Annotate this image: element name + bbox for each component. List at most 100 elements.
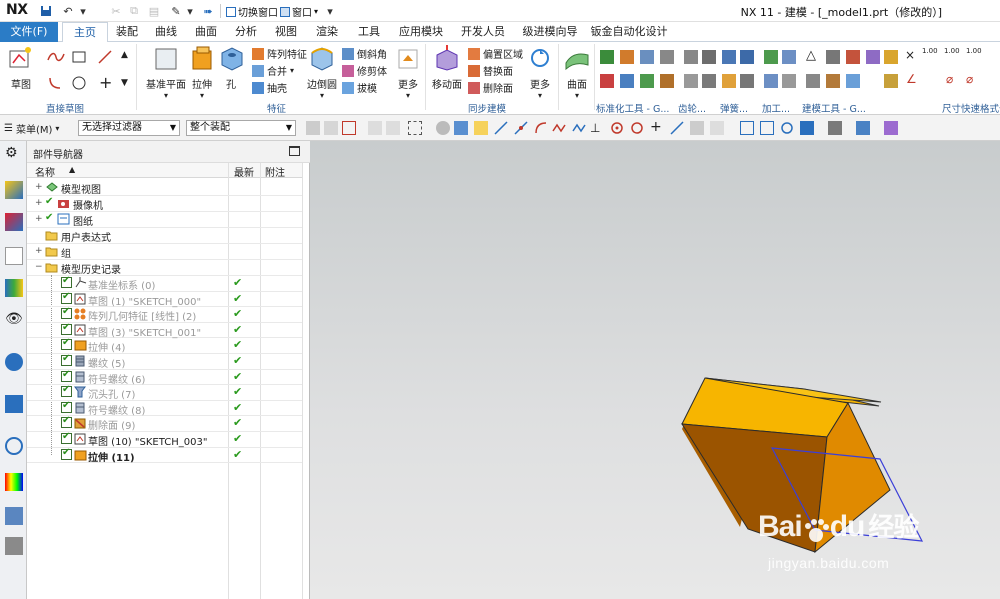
tree-node-extrude-4[interactable]: 拉伸 (4) ✔ [27, 337, 302, 354]
switch-window-button[interactable]: 切换窗口 [226, 4, 278, 19]
tab-render[interactable]: 渲染 [306, 22, 348, 42]
unite-button[interactable]: 合并 ▾ [252, 63, 294, 78]
select-solid-icon[interactable] [454, 121, 468, 135]
circle-icon[interactable] [72, 76, 86, 90]
assembly-navigator-icon[interactable] [5, 181, 23, 199]
system-materials-icon[interactable] [5, 473, 23, 491]
tab-progressive-die[interactable]: 级进模向导 [514, 22, 586, 42]
chamfer-button[interactable]: 倒斜角 [342, 46, 387, 61]
edge-blend-button[interactable]: 边倒圆 ▾ [306, 45, 338, 100]
datum-plane-button[interactable]: 基准平面 ▾ [146, 45, 186, 100]
expand-icon[interactable]: + [35, 246, 43, 256]
shell-button[interactable]: 抽壳 [252, 80, 287, 95]
close-x-icon[interactable]: × [905, 48, 915, 62]
snap-point-icon[interactable] [474, 121, 488, 135]
modeling-tool-icon-4[interactable] [826, 74, 840, 88]
maximize-icon[interactable] [289, 146, 300, 156]
tab-tools[interactable]: 工具 [348, 22, 390, 42]
view-manager-icon[interactable]: 👁 [5, 311, 23, 329]
snap-arc-center-icon[interactable] [572, 121, 586, 135]
sketch-curve-more-icon[interactable]: ▲ [121, 50, 128, 60]
spring-analysis-icon[interactable] [722, 74, 736, 88]
tree-node-sketch-1[interactable]: 草图 (1) "SKETCH_000" ✔ [27, 291, 302, 308]
bolt-icon[interactable] [620, 50, 634, 64]
tree-node-user-expressions[interactable]: 用户表达式 [27, 228, 302, 244]
constraint-navigator-icon[interactable] [5, 213, 23, 231]
menu-button[interactable]: ☰ 菜单(M) ▾ [4, 121, 59, 136]
snap-bounded-icon[interactable] [710, 121, 724, 135]
select-curve-icon[interactable] [368, 121, 382, 135]
visibility-checkbox[interactable] [61, 447, 72, 460]
tab-home[interactable]: 主页 [62, 22, 108, 43]
column-note[interactable]: 附注 [265, 164, 285, 179]
rivet-icon[interactable] [660, 74, 674, 88]
collapse-icon[interactable]: − [35, 262, 43, 272]
bevel-gear-icon[interactable] [702, 50, 716, 64]
worm-gear-icon[interactable] [684, 74, 698, 88]
dimension-tool-icon-1[interactable] [884, 50, 898, 64]
extrude-button[interactable]: 拉伸 ▾ [188, 45, 216, 100]
machining-setup-icon[interactable] [782, 50, 796, 64]
history-icon[interactable] [5, 395, 23, 413]
selection-filter-dropdown[interactable]: 无选择过滤器 ▼ [78, 120, 180, 136]
feature-more-button[interactable]: 更多 ▾ [394, 45, 422, 100]
tree-node-symbolic-thread-8[interactable]: 符号螺纹 (8) ✔ [27, 400, 302, 417]
nut-icon[interactable] [660, 50, 674, 64]
key-icon[interactable] [640, 74, 654, 88]
tab-file[interactable]: 文件(F) [0, 22, 58, 42]
dim-format-1-button[interactable]: 1.00 [922, 47, 938, 55]
tree-node-model-views[interactable]: + 模型视图 [27, 180, 302, 196]
repeat-command-icon[interactable]: ➠ [200, 3, 216, 19]
modeling-tool-icon-5[interactable] [846, 74, 860, 88]
reuse-library-icon[interactable] [5, 279, 23, 297]
tree-node-drawings[interactable]: + ✔ 图纸 [27, 212, 302, 228]
hole-button[interactable]: 孔 [218, 45, 244, 91]
measure-icon[interactable] [826, 50, 840, 64]
modeling-tool-icon-2[interactable] [866, 50, 880, 64]
select-edge-icon[interactable] [386, 121, 400, 135]
visibility-checkbox[interactable] [61, 275, 72, 288]
column-name[interactable]: 名称 [35, 164, 55, 179]
tree-node-delete-face-9[interactable]: 删除面 (9) ✔ [27, 415, 302, 432]
expand-icon[interactable]: + [35, 214, 43, 224]
roles-icon[interactable] [5, 537, 23, 555]
draft-button[interactable]: 拔模 [342, 80, 377, 95]
rotate-icon[interactable] [780, 121, 794, 135]
rack-gear-icon[interactable] [702, 74, 716, 88]
arc-icon[interactable] [48, 76, 62, 90]
visibility-checkbox[interactable] [61, 337, 72, 351]
edit-section-icon[interactable] [856, 121, 870, 135]
visibility-checkbox[interactable] [61, 322, 72, 335]
visibility-checkbox[interactable] [61, 353, 72, 366]
tab-sheetmetal-automation[interactable]: 钣金自动化设计 [586, 22, 672, 42]
snap-existing-point-icon[interactable]: + [650, 120, 664, 135]
visibility-checkbox[interactable] [61, 415, 72, 429]
part-navigator-icon[interactable] [5, 247, 23, 265]
triangle-icon[interactable]: △ [806, 48, 816, 63]
move-face-button[interactable]: 移动面 [432, 45, 462, 91]
visibility-checkbox[interactable] [61, 431, 72, 444]
sketch-button[interactable]: 草图 [6, 45, 36, 91]
pattern-feature-button[interactable]: 阵列特征 [252, 46, 307, 61]
touch-dropdown-icon[interactable]: ▾ [182, 3, 198, 19]
filter-reset-icon[interactable] [306, 121, 320, 135]
tree-node-model-history[interactable]: − 模型历史记录 [27, 260, 302, 276]
tree-node-cameras[interactable]: + ✔ 摄像机 [27, 196, 302, 212]
modeling-tool-icon-1[interactable] [846, 50, 860, 64]
radius-icon[interactable]: ⌀ [966, 72, 973, 86]
tree-node-countersunk-hole-7[interactable]: 沉头孔 (7) ✔ [27, 384, 302, 401]
orient-view-icon[interactable] [800, 121, 814, 135]
tab-view[interactable]: 视图 [266, 22, 306, 42]
visibility-checkbox[interactable] [61, 291, 72, 304]
tree-node-datum-csys[interactable]: 基准坐标系 (0) ✔ [27, 275, 302, 292]
replace-face-button[interactable]: 替换面 [468, 63, 513, 78]
window-menu-button[interactable]: 窗口 ▾ [280, 4, 318, 19]
process-studio-icon[interactable] [5, 507, 23, 525]
point-icon[interactable]: + [99, 73, 112, 92]
undo-dropdown-icon[interactable]: ▾ [75, 3, 91, 19]
snap-midpoint-icon[interactable] [514, 121, 528, 135]
delete-spring-icon[interactable] [740, 74, 754, 88]
sync-more-button[interactable]: 更多 ▾ [526, 45, 554, 100]
snap-perpendicular-icon[interactable]: ⊥ [590, 121, 604, 135]
modeling-tool-icon-3[interactable] [806, 74, 820, 88]
